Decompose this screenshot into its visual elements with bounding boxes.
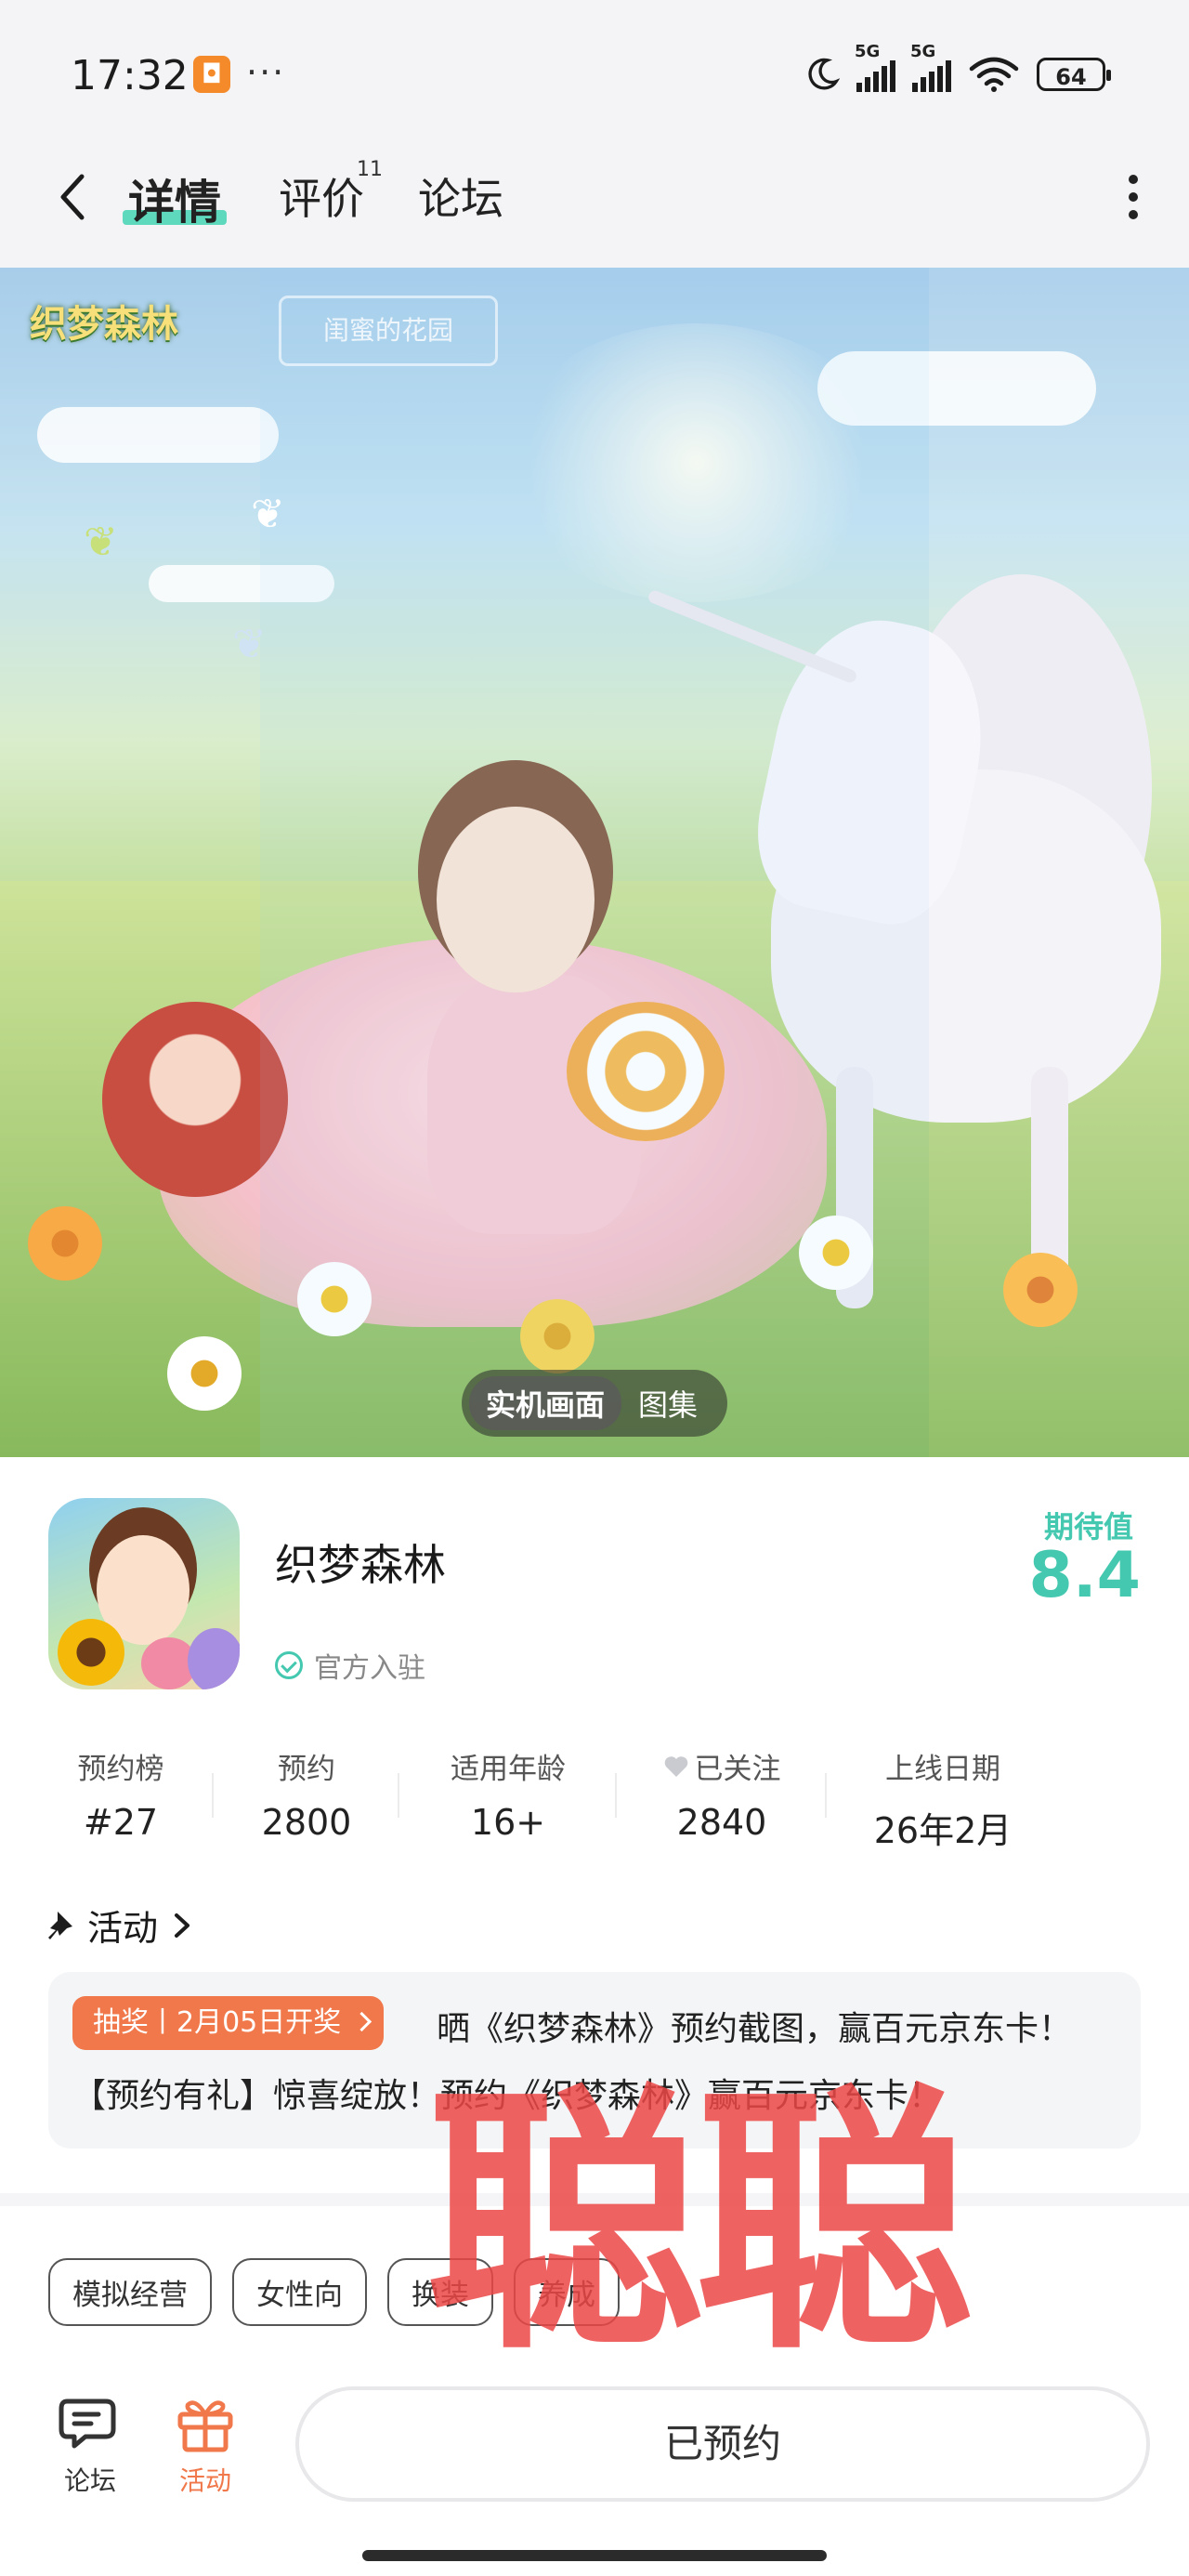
forum-button[interactable]: 论坛	[58, 2396, 123, 2498]
reserved-button[interactable]: 已预约	[295, 2386, 1150, 2502]
more-vertical-icon[interactable]	[1128, 175, 1139, 219]
chevron-right-icon	[175, 1912, 190, 1938]
activity-title: 活动	[87, 1908, 159, 1949]
home-indicator[interactable]	[362, 2550, 827, 2561]
game-logo: 织梦森林	[30, 302, 178, 346]
official-label: 官方入驻	[314, 1652, 425, 1685]
screenshots-toggle[interactable]: 实机画面	[469, 1376, 622, 1430]
stat-followers[interactable]: 已关注 2840	[617, 1745, 827, 1853]
heart-icon	[664, 1755, 687, 1777]
stat-value: 2800	[261, 1802, 352, 1843]
stat-label: 预约	[278, 1753, 335, 1786]
verified-check-icon	[275, 1651, 303, 1679]
stat-ranking[interactable]: 预约榜 #27	[28, 1745, 214, 1853]
signal-5g-icon-2: 5G	[910, 42, 951, 92]
butterfly-icon: ❦	[232, 621, 267, 668]
garden-sign: 闺蜜的花园	[279, 296, 498, 366]
tab-reviews[interactable]: 评价	[279, 165, 364, 227]
gift-icon	[177, 2400, 233, 2452]
status-time: 17:32	[71, 52, 189, 99]
activity-label: 活动	[178, 2465, 231, 2496]
butterfly-icon: ❦	[251, 491, 285, 538]
stat-label: 预约榜	[77, 1753, 164, 1786]
lottery-badge[interactable]: 抽奖丨2月05日开奖	[72, 1996, 385, 2050]
reviews-count-badge: 11	[357, 158, 383, 181]
tag-chip[interactable]: 女性向	[232, 2258, 367, 2326]
stat-value: 2840	[676, 1802, 767, 1843]
app-icon	[48, 1498, 240, 1689]
status-bar: 17:32 ◘ ··· 5G 5G 64	[0, 0, 1189, 139]
activity-header[interactable]: 活动	[46, 1899, 193, 1951]
stat-label: 已关注	[694, 1753, 781, 1786]
back-arrow-icon[interactable]	[54, 169, 91, 225]
forum-chat-icon	[59, 2399, 116, 2449]
forum-label: 论坛	[63, 2465, 116, 2496]
stat-value: 26年2月	[873, 1810, 1013, 1851]
tab-forum[interactable]: 论坛	[418, 165, 503, 227]
stat-label: 适用年龄	[451, 1753, 566, 1786]
expectation-score: 8.4	[1028, 1539, 1141, 1612]
tag-chip[interactable]: 模拟经营	[48, 2258, 212, 2326]
activity-button[interactable]: 活动	[175, 2396, 236, 2498]
stat-value: 16+	[470, 1802, 546, 1843]
shopping-bag-icon: ◘	[193, 56, 230, 93]
gallery-toggle[interactable]: 图集	[621, 1376, 714, 1430]
more-notifications-icon: ···	[246, 52, 286, 93]
app-name: 织梦森林	[275, 1540, 446, 1590]
stat-reservations: 预约 2800	[214, 1745, 399, 1853]
stat-launch-date: 上线日期 26年2月	[827, 1745, 1059, 1853]
do-not-disturb-moon-icon	[808, 58, 840, 90]
media-toggle: 实机画面 图集	[462, 1370, 727, 1437]
stat-age-rating[interactable]: 适用年龄 16+	[399, 1745, 617, 1853]
signal-5g-icon: 5G	[855, 42, 895, 92]
butterfly-icon: ❦	[84, 519, 118, 566]
stat-value: #27	[83, 1802, 159, 1843]
tab-details[interactable]: 详情	[128, 165, 221, 232]
wifi-icon	[969, 57, 1019, 92]
stats-row: 预约榜 #27 预约 2800 适用年龄 16+ 已关注 2840 上线日期 2…	[28, 1745, 1161, 1853]
stat-label-followed: 已关注	[617, 1745, 827, 1787]
hero-artwork[interactable]: ❦ ❦ ❦ 织梦森林 闺蜜的花园	[0, 268, 1189, 1457]
pin-icon	[48, 1911, 72, 1939]
stat-label: 上线日期	[885, 1753, 1000, 1786]
watermark-text: 聪聪	[425, 2062, 973, 2386]
official-badge: 官方入驻	[275, 1645, 425, 1686]
battery-icon: 64	[1037, 58, 1111, 91]
